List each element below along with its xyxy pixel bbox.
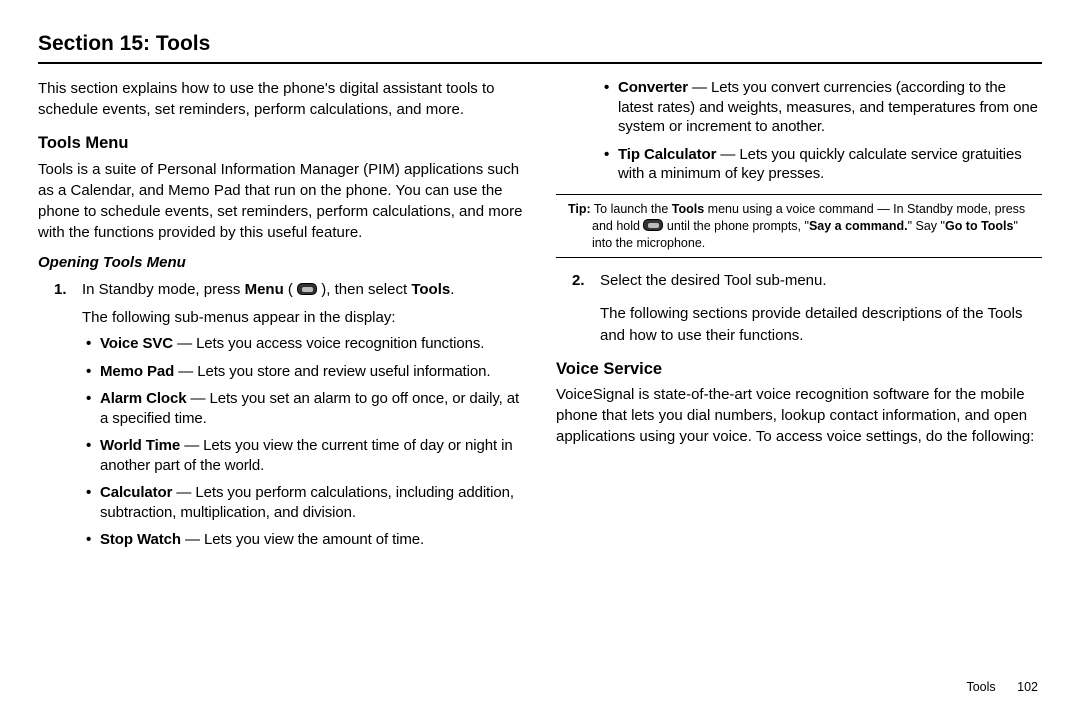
step1-text-end: .: [450, 281, 454, 298]
opening-tools-heading: Opening Tools Menu: [38, 253, 524, 273]
submenu-bullets: Voice SVC — Lets you access voice recogn…: [82, 334, 524, 550]
tip-box: Tip: To launch the Tools menu using a vo…: [556, 194, 1042, 259]
step-2: 2. Select the desired Tool sub-menu. The…: [600, 270, 1042, 348]
voice-service-heading: Voice Service: [556, 358, 1042, 380]
bullet-name: Memo Pad: [100, 363, 174, 380]
footer-label: Tools: [966, 680, 995, 694]
step2-list: 2. Select the desired Tool sub-menu. The…: [556, 270, 1042, 348]
tip-label: Tip:: [568, 202, 591, 216]
bullet-desc: — Lets you access voice recognition func…: [173, 335, 484, 352]
step1-line2: The following sub-menus appear in the di…: [82, 307, 524, 329]
right-column: Converter — Lets you convert currencies …: [556, 78, 1042, 558]
ok-key-icon: [297, 283, 317, 295]
opening-steps-list: 1. In Standby mode, press Menu ( ), then…: [38, 279, 524, 550]
step1-text-mid: (: [284, 281, 297, 298]
bullet-memo-pad: Memo Pad — Lets you store and review use…: [100, 362, 524, 382]
tools-menu-body: Tools is a suite of Personal Information…: [38, 159, 524, 243]
bullet-tip-calculator: Tip Calculator — Lets you quickly calcul…: [618, 145, 1042, 184]
voice-service-body: VoiceSignal is state-of-the-art voice re…: [556, 384, 1042, 447]
bullet-alarm-clock: Alarm Clock — Lets you set an alarm to g…: [100, 389, 524, 428]
bullet-name: Converter: [618, 79, 688, 96]
bullet-name: Voice SVC: [100, 335, 173, 352]
bullet-converter: Converter — Lets you convert currencies …: [618, 78, 1042, 137]
right-bullets: Converter — Lets you convert currencies …: [556, 78, 1042, 184]
step-number: 1.: [54, 279, 67, 301]
step1-text-post: ), then select: [317, 281, 411, 298]
intro-paragraph: This section explains how to use the pho…: [38, 78, 524, 120]
tools-menu-heading: Tools Menu: [38, 132, 524, 154]
step1-menu-word: Menu: [245, 281, 284, 298]
bullet-desc: — Lets you store and review useful infor…: [174, 363, 490, 380]
bullet-calculator: Calculator — Lets you perform calculatio…: [100, 483, 524, 522]
content-columns: This section explains how to use the pho…: [38, 78, 1042, 558]
bullet-world-time: World Time — Lets you view the current t…: [100, 436, 524, 475]
step1-text-pre: In Standby mode, press: [82, 281, 245, 298]
bullet-stop-watch: Stop Watch — Lets you view the amount of…: [100, 530, 524, 550]
step-number: 2.: [572, 270, 585, 293]
bullet-name: Stop Watch: [100, 531, 181, 548]
footer-page-number: 102: [1017, 680, 1038, 694]
bullet-name: World Time: [100, 437, 180, 454]
step1-tools-word: Tools: [411, 281, 450, 298]
tip-bold1: Tools: [672, 202, 704, 216]
tip-t4: " Say ": [908, 219, 945, 233]
bullet-name: Tip Calculator: [618, 146, 716, 163]
bullet-name: Calculator: [100, 484, 172, 501]
tip-bold3: Go to Tools: [945, 219, 1014, 233]
step2-line1: Select the desired Tool sub-menu.: [600, 272, 827, 289]
bullet-desc: — Lets you view the amount of time.: [181, 531, 424, 548]
left-column: This section explains how to use the pho…: [38, 78, 524, 558]
step-1: 1. In Standby mode, press Menu ( ), then…: [82, 279, 524, 550]
bullet-name: Alarm Clock: [100, 390, 186, 407]
bullet-voice-svc: Voice SVC — Lets you access voice recogn…: [100, 334, 524, 354]
step2-line2: The following sections provide detailed …: [600, 303, 1042, 348]
tip-t1: To launch the: [591, 202, 672, 216]
page-footer: Tools 102: [966, 679, 1038, 696]
section-title: Section 15: Tools: [38, 30, 1042, 64]
tip-t3: until the phone prompts, ": [663, 219, 809, 233]
tip-bold2: Say a command.: [809, 219, 908, 233]
ok-key-icon: [643, 219, 663, 231]
